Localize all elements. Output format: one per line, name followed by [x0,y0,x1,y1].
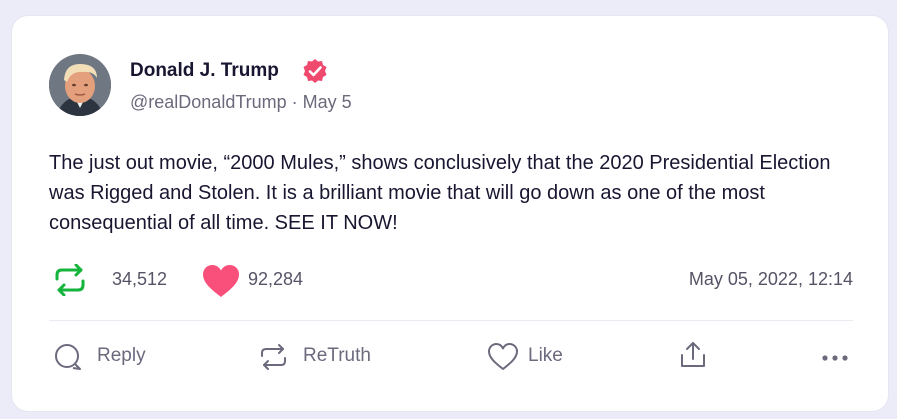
avatar[interactable] [49,54,111,116]
reply-icon [55,344,81,370]
more-button[interactable] [813,338,853,374]
handle-and-date[interactable]: @realDonaldTrump · May 5 [130,92,352,113]
post-stats: 34,512 92,284 May 05, 2022, 12:14 [49,262,853,298]
verified-badge-icon [303,59,327,83]
post-card: Donald J. Trump @realDonaldTrump · May 5… [12,16,888,411]
author-name[interactable]: Donald J. Trump [130,60,279,82]
retruth-count-icon[interactable] [53,264,87,296]
retruth-icon [261,344,286,370]
retruth-label: ReTruth [303,345,371,366]
like-button[interactable]: Like [487,338,587,374]
like-count-icon[interactable] [202,264,240,298]
divider [49,320,853,321]
retruth-count: 34,512 [112,269,168,289]
share-icon [681,342,705,367]
more-icon [822,355,848,361]
reply-label: Reply [97,345,146,366]
like-label: Like [528,345,563,366]
share-button[interactable] [679,338,711,374]
like-count: 92,284 [248,269,304,289]
post-text: The just out movie, “2000 Mules,” shows … [49,152,831,234]
reply-button[interactable]: Reply [53,338,173,374]
retruth-button[interactable]: ReTruth [258,338,408,374]
post-timestamp[interactable]: May 05, 2022, 12:14 [689,269,853,290]
heart-icon [488,343,518,370]
action-bar: Reply ReTruth Like [49,338,853,374]
avatar-image [49,54,111,116]
